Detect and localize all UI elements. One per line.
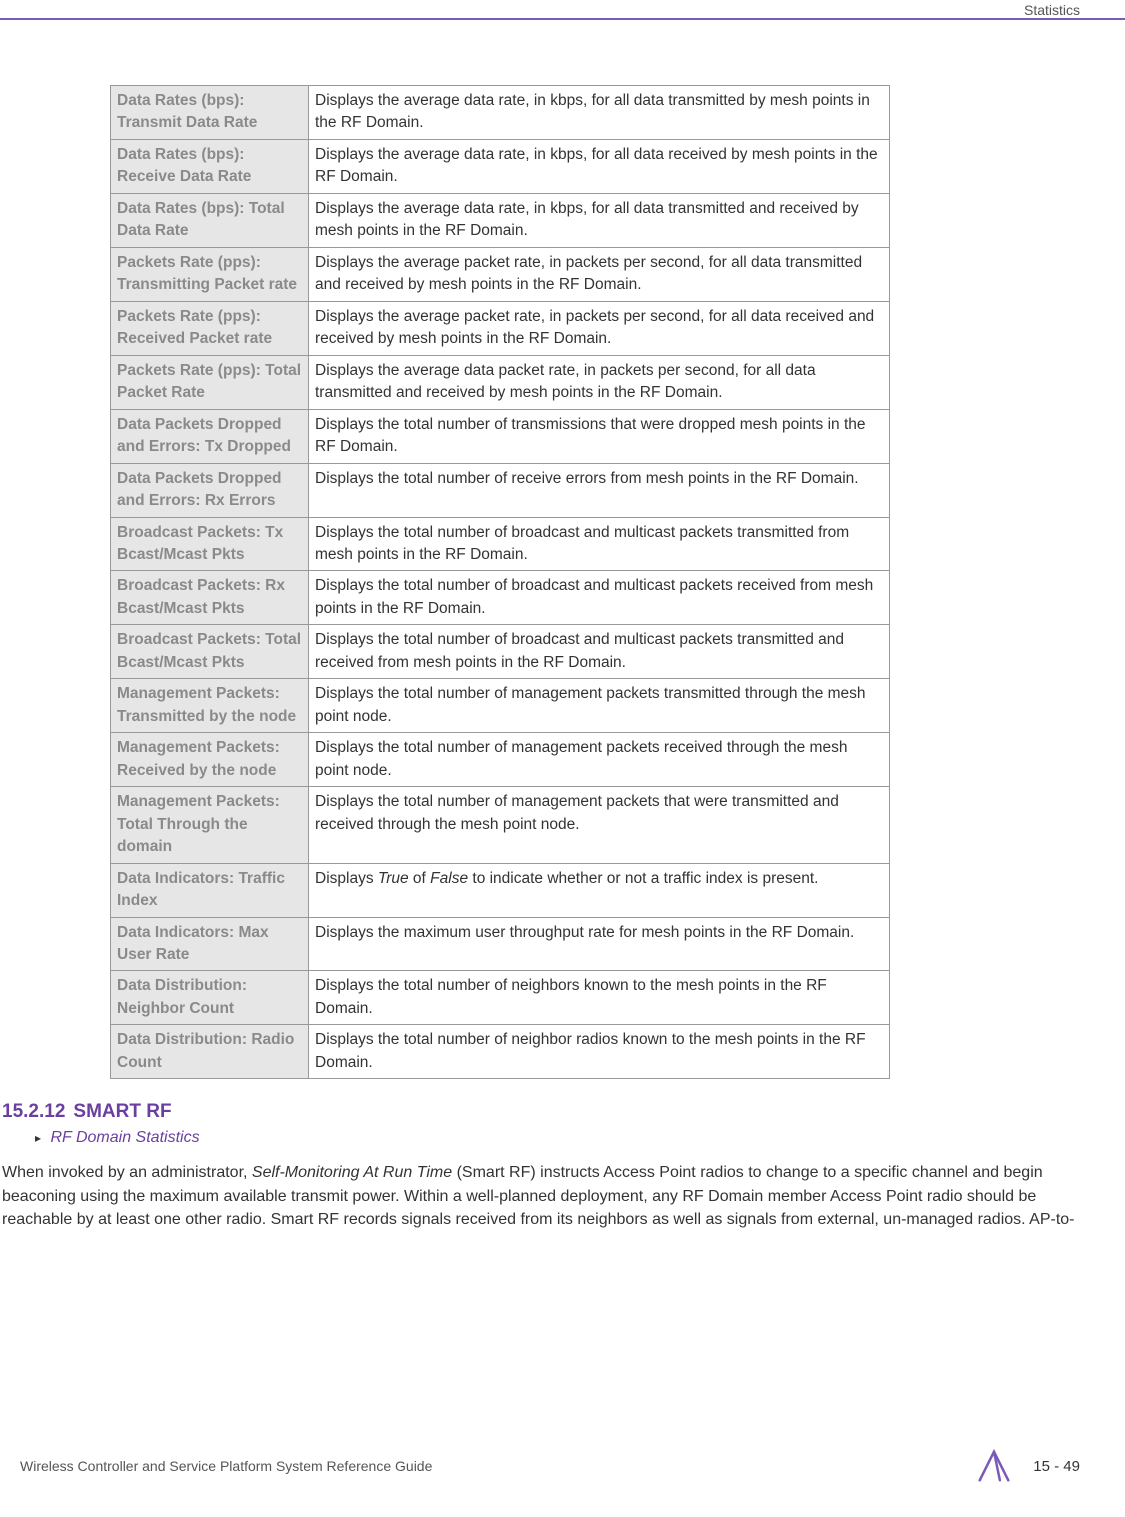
brand-logo-icon bbox=[973, 1445, 1015, 1487]
description-cell: Displays the total number of neighbors k… bbox=[309, 971, 890, 1025]
section-paragraph: When invoked by an administrator, Self-M… bbox=[2, 1161, 1087, 1231]
header-section-label: Statistics bbox=[1024, 0, 1080, 18]
term-cell: Data Rates (bps): Transmit Data Rate bbox=[111, 86, 309, 140]
section-title: SMART RF bbox=[73, 1101, 171, 1122]
description-cell: Displays the total number of broadcast a… bbox=[309, 625, 890, 679]
description-cell: Displays the total number of neighbor ra… bbox=[309, 1025, 890, 1079]
definitions-table: Data Rates (bps): Transmit Data RateDisp… bbox=[110, 85, 890, 1079]
description-cell: Displays the total number of management … bbox=[309, 679, 890, 733]
term-cell: Data Packets Dropped and Errors: Rx Erro… bbox=[111, 463, 309, 517]
table-row: Data Distribution: Neighbor CountDisplay… bbox=[111, 971, 890, 1025]
table-row: Broadcast Packets: Rx Bcast/Mcast PktsDi… bbox=[111, 571, 890, 625]
term-cell: Packets Rate (pps): Received Packet rate bbox=[111, 301, 309, 355]
description-cell: Displays the maximum user throughput rat… bbox=[309, 917, 890, 971]
description-cell: Displays the average data rate, in kbps,… bbox=[309, 86, 890, 140]
term-cell: Data Packets Dropped and Errors: Tx Drop… bbox=[111, 409, 309, 463]
table-row: Data Indicators: Traffic IndexDisplays T… bbox=[111, 863, 890, 917]
term-cell: Broadcast Packets: Tx Bcast/Mcast Pkts bbox=[111, 517, 309, 571]
table-row: Broadcast Packets: Total Bcast/Mcast Pkt… bbox=[111, 625, 890, 679]
table-row: Management Packets: Total Through the do… bbox=[111, 787, 890, 863]
footer-title: Wireless Controller and Service Platform… bbox=[20, 1458, 432, 1474]
page-number: 15 - 49 bbox=[1033, 1458, 1080, 1475]
section-number: 15.2.12 bbox=[2, 1101, 65, 1122]
term-cell: Management Packets: Received by the node bbox=[111, 733, 309, 787]
description-cell: Displays the average data rate, in kbps,… bbox=[309, 193, 890, 247]
table-row: Management Packets: Transmitted by the n… bbox=[111, 679, 890, 733]
term-cell: Broadcast Packets: Total Bcast/Mcast Pkt… bbox=[111, 625, 309, 679]
paragraph-text-pre: When invoked by an administrator, bbox=[2, 1164, 252, 1181]
term-cell: Management Packets: Total Through the do… bbox=[111, 787, 309, 863]
term-cell: Broadcast Packets: Rx Bcast/Mcast Pkts bbox=[111, 571, 309, 625]
paragraph-text-italic: Self-Monitoring At Run Time bbox=[252, 1164, 452, 1181]
breadcrumb-label: RF Domain Statistics bbox=[50, 1129, 199, 1146]
term-cell: Data Indicators: Traffic Index bbox=[111, 863, 309, 917]
description-cell: Displays the total number of transmissio… bbox=[309, 409, 890, 463]
table-row: Data Indicators: Max User RateDisplays t… bbox=[111, 917, 890, 971]
header-rule bbox=[0, 18, 1125, 20]
table-row: Data Rates (bps): Receive Data RateDispl… bbox=[111, 139, 890, 193]
footer-right: 15 - 49 bbox=[973, 1445, 1080, 1487]
page-content: Data Rates (bps): Transmit Data RateDisp… bbox=[0, 85, 1125, 1231]
table-row: Packets Rate (pps): Transmitting Packet … bbox=[111, 247, 890, 301]
description-cell: Displays the total number of receive err… bbox=[309, 463, 890, 517]
page-footer: Wireless Controller and Service Platform… bbox=[0, 1445, 1125, 1487]
term-cell: Packets Rate (pps): Transmitting Packet … bbox=[111, 247, 309, 301]
term-cell: Data Distribution: Neighbor Count bbox=[111, 971, 309, 1025]
term-cell: Management Packets: Transmitted by the n… bbox=[111, 679, 309, 733]
term-cell: Data Indicators: Max User Rate bbox=[111, 917, 309, 971]
table-row: Data Packets Dropped and Errors: Rx Erro… bbox=[111, 463, 890, 517]
description-cell: Displays True of False to indicate wheth… bbox=[309, 863, 890, 917]
table-row: Packets Rate (pps): Total Packet RateDis… bbox=[111, 355, 890, 409]
description-cell: Displays the average data packet rate, i… bbox=[309, 355, 890, 409]
description-cell: Displays the total number of broadcast a… bbox=[309, 517, 890, 571]
description-cell: Displays the total number of management … bbox=[309, 787, 890, 863]
table-row: Management Packets: Received by the node… bbox=[111, 733, 890, 787]
table-row: Packets Rate (pps): Received Packet rate… bbox=[111, 301, 890, 355]
table-row: Data Rates (bps): Total Data RateDisplay… bbox=[111, 193, 890, 247]
breadcrumb[interactable]: RF Domain Statistics bbox=[35, 1129, 1080, 1147]
term-cell: Data Rates (bps): Total Data Rate bbox=[111, 193, 309, 247]
section-heading: 15.2.12 SMART RF bbox=[2, 1101, 1080, 1123]
description-cell: Displays the total number of broadcast a… bbox=[309, 571, 890, 625]
table-row: Data Distribution: Radio CountDisplays t… bbox=[111, 1025, 890, 1079]
term-cell: Data Distribution: Radio Count bbox=[111, 1025, 309, 1079]
description-cell: Displays the total number of management … bbox=[309, 733, 890, 787]
table-row: Data Packets Dropped and Errors: Tx Drop… bbox=[111, 409, 890, 463]
term-cell: Packets Rate (pps): Total Packet Rate bbox=[111, 355, 309, 409]
description-cell: Displays the average packet rate, in pac… bbox=[309, 247, 890, 301]
table-row: Data Rates (bps): Transmit Data RateDisp… bbox=[111, 86, 890, 140]
description-cell: Displays the average data rate, in kbps,… bbox=[309, 139, 890, 193]
term-cell: Data Rates (bps): Receive Data Rate bbox=[111, 139, 309, 193]
table-row: Broadcast Packets: Tx Bcast/Mcast PktsDi… bbox=[111, 517, 890, 571]
description-cell: Displays the average packet rate, in pac… bbox=[309, 301, 890, 355]
